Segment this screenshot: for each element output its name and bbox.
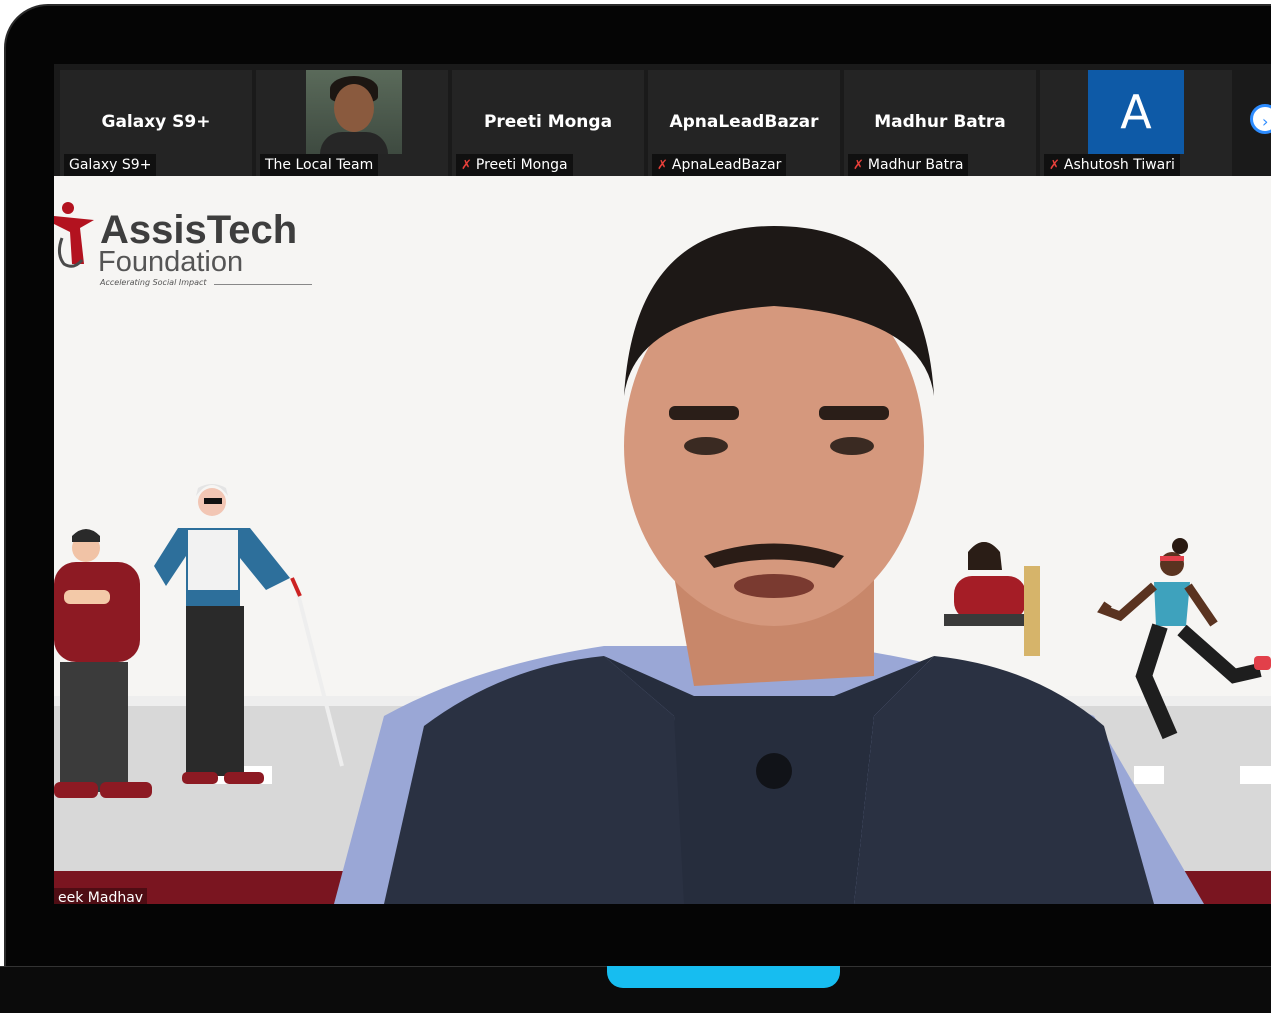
participant-label: ApnaLeadBazar	[671, 157, 782, 173]
active-speaker-name-tag: eek Madhav	[54, 888, 148, 904]
participant-avatar: A	[1088, 70, 1184, 154]
participant-tile-ashutosh[interactable]: A ✗ Ashutosh Tiwari	[1040, 70, 1232, 176]
next-page-icon[interactable]: ›	[1250, 104, 1271, 134]
participant-name-tag: ✗ ApnaLeadBazar	[652, 154, 787, 176]
participant-name-tag: ✗ Preeti Monga	[456, 154, 573, 176]
participant-label: Ashutosh Tiwari	[1063, 157, 1175, 173]
participant-name-tag: ✗ Madhur Batra	[848, 154, 969, 176]
mic-muted-icon: ✗	[657, 158, 668, 173]
mic-muted-icon: ✗	[1049, 158, 1060, 173]
active-speaker-video: AssisTech Foundation Accelerating Social…	[54, 176, 1271, 904]
logo-subtitle: Foundation	[98, 246, 244, 278]
participant-name-tag: Galaxy S9+	[64, 154, 157, 176]
zoom-meeting-window: Galaxy S9+ Galaxy S9+ The Local Team Pre…	[54, 64, 1271, 904]
participant-display-name: Preeti Monga	[483, 112, 613, 132]
participant-label: Madhur Batra	[867, 157, 964, 173]
participant-tile-madhur[interactable]: Madhur Batra ✗ Madhur Batra	[844, 70, 1036, 176]
mic-muted-icon: ✗	[461, 158, 472, 173]
participant-tile-preeti[interactable]: Preeti Monga ✗ Preeti Monga	[452, 70, 644, 176]
participant-label: The Local Team	[265, 157, 374, 173]
participant-display-name: Galaxy S9+	[101, 112, 211, 132]
participant-tile-local-team[interactable]: The Local Team	[256, 70, 448, 176]
assistech-logo-icon	[54, 202, 94, 268]
participant-display-name: ApnaLeadBazar	[669, 112, 819, 132]
participant-name-tag: ✗ Ashutosh Tiwari	[1044, 154, 1180, 176]
participant-tile-galaxy[interactable]: Galaxy S9+ Galaxy S9+	[60, 70, 252, 176]
participant-display-name: Madhur Batra	[874, 112, 1006, 132]
mic-muted-icon: ✗	[853, 158, 864, 173]
participant-strip: Galaxy S9+ Galaxy S9+ The Local Team Pre…	[54, 64, 1271, 176]
speaker-figure	[334, 226, 1204, 904]
laptop-notch	[607, 966, 840, 988]
participant-name-tag: The Local Team	[260, 154, 379, 176]
participant-label: Galaxy S9+	[69, 157, 152, 173]
participant-tile-apnaleadbazar[interactable]: ApnaLeadBazar ✗ ApnaLeadBazar	[648, 70, 840, 176]
participant-label: Preeti Monga	[475, 157, 568, 173]
logo-tagline: Accelerating Social Impact	[100, 278, 207, 287]
participant-video	[306, 70, 402, 154]
